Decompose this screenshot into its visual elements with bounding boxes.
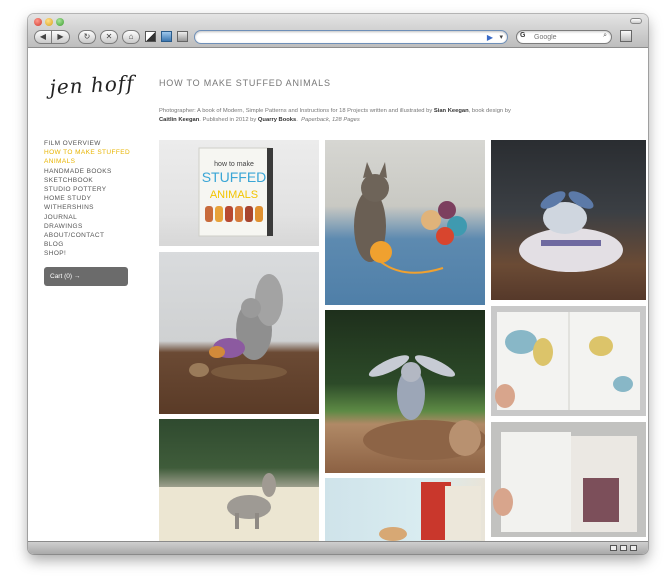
pattern-pages-illustration bbox=[379, 482, 481, 541]
description-text: , book design by bbox=[468, 108, 511, 114]
home-icon: ⌂ bbox=[128, 32, 134, 41]
publisher-name: Quarry Books bbox=[257, 117, 297, 123]
photo-book-cover[interactable]: how to make STUFFED ANIMALS bbox=[159, 140, 319, 246]
site-nav: FILM OVERVIEW HOW TO MAKE STUFFED ANIMALS… bbox=[44, 139, 134, 259]
nav-item-withershins[interactable]: WITHERSHINS bbox=[44, 203, 134, 212]
photo-squirrel[interactable] bbox=[159, 252, 319, 414]
home-button[interactable]: ⌂ bbox=[122, 30, 140, 44]
photo-rabbit-log[interactable] bbox=[325, 310, 485, 473]
status-icon[interactable] bbox=[630, 545, 637, 551]
status-bar bbox=[28, 541, 648, 554]
book-spread-illustration bbox=[493, 432, 637, 532]
search-engine-icon[interactable]: G bbox=[520, 32, 525, 39]
status-icon[interactable] bbox=[620, 545, 627, 551]
page-title: HOW TO MAKE STUFFED ANIMALS bbox=[159, 78, 331, 88]
cat-yarn-illustration bbox=[354, 162, 467, 274]
deer-illustration bbox=[159, 473, 319, 541]
nav-item-shop[interactable]: SHOP! bbox=[44, 249, 134, 258]
photo-cat-yarn[interactable] bbox=[325, 140, 485, 305]
appearance-icon[interactable] bbox=[145, 31, 156, 42]
description-text: . Published in 2012 by bbox=[199, 117, 258, 123]
nav-item-studio-pottery[interactable]: STUDIO POTTERY bbox=[44, 185, 134, 194]
nav-item-film-overview[interactable]: FILM OVERVIEW bbox=[44, 139, 134, 148]
nav-item-about-contact[interactable]: ABOUT/CONTACT bbox=[44, 231, 134, 240]
zoom-window-button[interactable] bbox=[56, 18, 64, 26]
designer-name: Caitlin Keegan bbox=[159, 117, 200, 123]
stop-icon: ✕ bbox=[105, 32, 113, 41]
search-input[interactable] bbox=[534, 32, 596, 43]
nav-item-sketchbook[interactable]: SKETCHBOOK bbox=[44, 176, 134, 185]
cover-line-3: ANIMALS bbox=[210, 189, 258, 201]
open-book-illustration bbox=[495, 312, 640, 410]
status-icon[interactable] bbox=[610, 545, 617, 551]
description-text: Photographer: A book of Modern, Simple P… bbox=[159, 108, 434, 114]
browser-window: ◀ ▶ ↻ ✕ ⌂ ▶ ▾ G ⌕ jen hoff FILM OVERVIEW… bbox=[28, 14, 648, 554]
back-arrow-icon: ◀ bbox=[39, 32, 47, 41]
description-text: . bbox=[296, 117, 298, 123]
reload-icon: ↻ bbox=[83, 32, 91, 41]
browser-toolbar: ◀ ▶ ↻ ✕ ⌂ ▶ ▾ G ⌕ bbox=[28, 14, 648, 48]
forward-button[interactable]: ▶ bbox=[52, 30, 70, 44]
photo-deer[interactable] bbox=[159, 419, 319, 541]
nav-item-home-study[interactable]: HOME STUDY bbox=[44, 194, 134, 203]
nav-item-blog[interactable]: BLOG bbox=[44, 240, 134, 249]
close-window-button[interactable] bbox=[34, 18, 42, 26]
address-bar[interactable]: ▶ ▾ bbox=[194, 30, 508, 44]
history-dropdown-icon[interactable]: ▾ bbox=[499, 33, 503, 41]
site-logo[interactable]: jen hoff bbox=[49, 71, 137, 115]
search-box[interactable]: G ⌕ bbox=[516, 30, 612, 44]
go-icon[interactable]: ▶ bbox=[487, 33, 493, 42]
search-icon[interactable]: ⌕ bbox=[603, 32, 607, 40]
squirrel-illustration bbox=[189, 274, 287, 380]
project-description: Photographer: A book of Modern, Simple P… bbox=[159, 107, 539, 125]
forward-arrow-icon: ▶ bbox=[57, 32, 64, 41]
toolbar-toggle-button[interactable] bbox=[630, 18, 642, 24]
cover-line-1: how to make bbox=[214, 161, 254, 168]
photo-pattern-pages[interactable] bbox=[325, 478, 485, 541]
photo-open-book[interactable] bbox=[491, 306, 646, 416]
nav-item-journal[interactable]: JOURNAL bbox=[44, 213, 134, 222]
bookmarks-icon[interactable] bbox=[620, 30, 632, 42]
nav-item-handmade-books[interactable]: HANDMADE BOOKS bbox=[44, 167, 134, 176]
book-format: Paperback, 128 Pages bbox=[301, 117, 360, 123]
author-name: Sian Keegan bbox=[433, 108, 469, 114]
bunny-fabric-illustration bbox=[519, 191, 623, 272]
reload-button[interactable]: ↻ bbox=[78, 30, 96, 44]
cover-line-2: STUFFED bbox=[202, 169, 267, 185]
bookmark-add-icon[interactable] bbox=[161, 31, 172, 42]
stop-button[interactable]: ✕ bbox=[100, 30, 118, 44]
nav-item-drawings[interactable]: DRAWINGS bbox=[44, 222, 134, 231]
page-content: jen hoff FILM OVERVIEW HOW TO MAKE STUFFE… bbox=[28, 49, 648, 541]
minimize-window-button[interactable] bbox=[45, 18, 53, 26]
back-button[interactable]: ◀ bbox=[34, 30, 52, 44]
book-cover-illustration: how to make STUFFED ANIMALS bbox=[198, 147, 273, 237]
rabbit-log-illustration bbox=[363, 355, 485, 460]
photo-bunny-fabric[interactable] bbox=[491, 140, 646, 300]
nav-item-how-to-make-stuffed-animals[interactable]: HOW TO MAKE STUFFED ANIMALS bbox=[44, 148, 134, 166]
photo-book-spread[interactable] bbox=[491, 422, 646, 537]
cart-button[interactable]: Cart (0) → bbox=[44, 267, 128, 286]
print-icon[interactable] bbox=[177, 31, 188, 42]
